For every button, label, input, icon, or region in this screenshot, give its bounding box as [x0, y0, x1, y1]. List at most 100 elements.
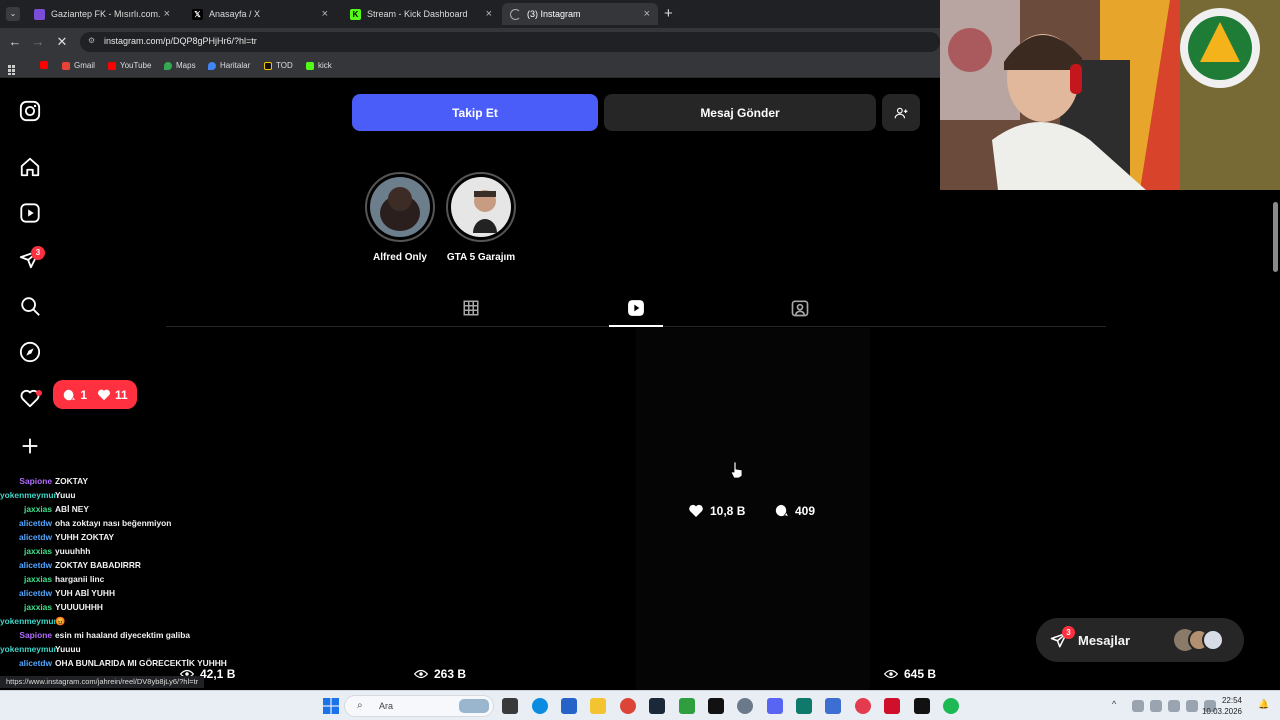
bookmark-haritalar[interactable]: Haritalar [208, 61, 250, 70]
search-icon[interactable] [19, 295, 41, 317]
chat-username[interactable]: yokenmeymun [0, 644, 59, 654]
suggested-accounts-button[interactable] [882, 94, 920, 131]
page-scrollbar[interactable] [1270, 190, 1280, 690]
capcut-icon[interactable] [914, 698, 930, 714]
chat-text: esin mi haaland diyecektim galiba [55, 630, 190, 640]
site-favicon-icon [34, 8, 45, 20]
chat-text: 😡 [55, 616, 66, 626]
tray-app-icon[interactable] [1132, 700, 1144, 712]
network-icon[interactable] [1168, 700, 1180, 712]
taskbar-search-box[interactable]: ⌕ Ara [344, 695, 494, 717]
chat-username[interactable]: alicetdw [0, 560, 52, 570]
scrollbar-thumb[interactable] [1273, 202, 1278, 272]
bookmark-tod[interactable]: TOD [264, 61, 293, 70]
task-view-icon[interactable] [502, 698, 518, 714]
chat-username[interactable]: Sapione [0, 476, 52, 486]
site-info-icon[interactable]: ⚙ [88, 36, 95, 45]
kick-app-icon[interactable] [679, 698, 695, 714]
forward-arrow-icon[interactable]: → [30, 34, 46, 49]
close-tab-icon[interactable]: × [644, 8, 650, 20]
search-icon: ⌕ [357, 700, 363, 711]
bookmark-youtube-shortcut[interactable] [40, 61, 52, 69]
chat-text: ABİ NEY [55, 504, 89, 514]
bookmarks-bar: Gmail YouTube Maps Haritalar TOD kick [0, 56, 940, 78]
comment-icon [64, 389, 76, 400]
browser-tab[interactable]: 𝕏 Anasayfa / X × [184, 3, 336, 25]
bookmark-youtube[interactable]: YouTube [108, 61, 151, 70]
create-plus-icon[interactable] [19, 435, 41, 457]
chrome-icon[interactable] [620, 698, 636, 714]
store-icon[interactable] [561, 698, 577, 714]
system-tray-chevron-icon[interactable]: ^ [1112, 699, 1116, 709]
app-icon[interactable] [884, 698, 900, 714]
posts-grid-icon[interactable] [462, 299, 480, 317]
clock-time: 22:54 [1221, 696, 1242, 705]
avatar [1202, 629, 1224, 651]
bookmark-maps[interactable]: Maps [164, 61, 196, 70]
heart-icon [98, 389, 110, 400]
app-icon[interactable] [796, 698, 812, 714]
url-field[interactable]: ⚙ instagram.com/p/DQP8gPHjHr6/?hl=tr [80, 32, 940, 52]
apps-grid-icon[interactable] [8, 62, 18, 75]
tab-title: Gaziantep FK - Mısırlı.com.tr Fa [51, 9, 160, 19]
back-arrow-icon[interactable]: ← [7, 34, 23, 49]
microphone-icon[interactable] [1150, 700, 1162, 712]
chat-username[interactable]: jaxxias [0, 546, 52, 556]
taskbar-clock[interactable]: 22:54 10.03.2026 [1202, 695, 1242, 717]
browser-tab[interactable]: Gaziantep FK - Mısırlı.com.tr Fa × [26, 3, 178, 25]
chat-username[interactable]: alicetdw [0, 518, 52, 528]
webcam-feed [940, 0, 1280, 190]
chat-username[interactable]: Sapione [0, 630, 52, 640]
file-explorer-icon[interactable] [590, 698, 606, 714]
story-highlight[interactable]: GTA 5 Garajım [431, 172, 531, 263]
instagram-logo-icon[interactable] [19, 100, 41, 122]
chat-username[interactable]: jaxxias [0, 504, 52, 514]
highlight-label: GTA 5 Garajım [446, 252, 516, 263]
windows-start-icon[interactable] [323, 698, 339, 714]
notepad-icon[interactable] [825, 698, 841, 714]
messages-drawer-button[interactable]: 3 Mesajlar [1036, 618, 1244, 662]
send-message-button[interactable]: Mesaj Gönder [604, 94, 876, 131]
spotify-icon[interactable] [943, 698, 959, 714]
browser-tab-active[interactable]: (3) Instagram × [502, 3, 658, 25]
chat-username[interactable]: yokenmeymun [0, 616, 59, 626]
windows-taskbar: ⌕ Ara ^ 22:54 10.03.2026 🔔 [0, 690, 1280, 720]
notification-bell-icon[interactable]: 🔔 [1258, 699, 1269, 710]
obs-icon[interactable] [855, 698, 871, 714]
activity-notification-pill[interactable]: 1 11 [53, 380, 137, 409]
chat-username[interactable]: alicetdw [0, 532, 52, 542]
tagged-person-icon[interactable] [790, 298, 810, 318]
edge-browser-icon[interactable] [532, 698, 548, 714]
bookmark-gmail[interactable]: Gmail [62, 61, 95, 70]
close-tab-icon[interactable]: × [322, 8, 328, 20]
explore-compass-icon[interactable] [19, 341, 41, 363]
chat-username[interactable]: jaxxias [0, 602, 52, 612]
tab-search-button[interactable]: ⌄ [6, 7, 20, 21]
volume-icon[interactable] [1186, 700, 1198, 712]
close-tab-icon[interactable]: × [486, 8, 492, 20]
steam-icon[interactable] [649, 698, 665, 714]
chat-text: OHA BUNLARIDA MI GÖRECEKTİK YUHHH [55, 658, 227, 668]
settings-gear-icon[interactable] [737, 698, 753, 714]
tod-logo-icon [264, 61, 272, 70]
stop-loading-icon[interactable]: ✕ [54, 34, 70, 50]
chat-username[interactable]: alicetdw [0, 658, 52, 668]
chat-username[interactable]: yokenmeymun [0, 490, 59, 500]
new-tab-plus-icon[interactable]: + [664, 5, 673, 22]
chat-username[interactable]: jaxxias [0, 574, 52, 584]
bookmark-kick[interactable]: kick [306, 61, 332, 70]
chat-username[interactable]: alicetdw [0, 588, 52, 598]
discord-icon[interactable] [767, 698, 783, 714]
reel-thumbnail[interactable] [636, 328, 870, 690]
reels-icon[interactable] [19, 202, 41, 224]
home-icon[interactable] [19, 156, 41, 178]
x-logo-icon: 𝕏 [192, 8, 203, 20]
chat-message: Sapione ZOKTAY [0, 476, 88, 490]
reel-likes: 10,8 B [688, 503, 745, 519]
epic-games-icon[interactable] [708, 698, 724, 714]
browser-tab[interactable]: K Stream - Kick Dashboard × [342, 3, 500, 25]
follow-button[interactable]: Takip Et [352, 94, 598, 131]
reels-tab-icon[interactable] [626, 298, 646, 318]
tab-title: Anasayfa / X [209, 9, 261, 19]
close-tab-icon[interactable]: × [164, 8, 170, 20]
